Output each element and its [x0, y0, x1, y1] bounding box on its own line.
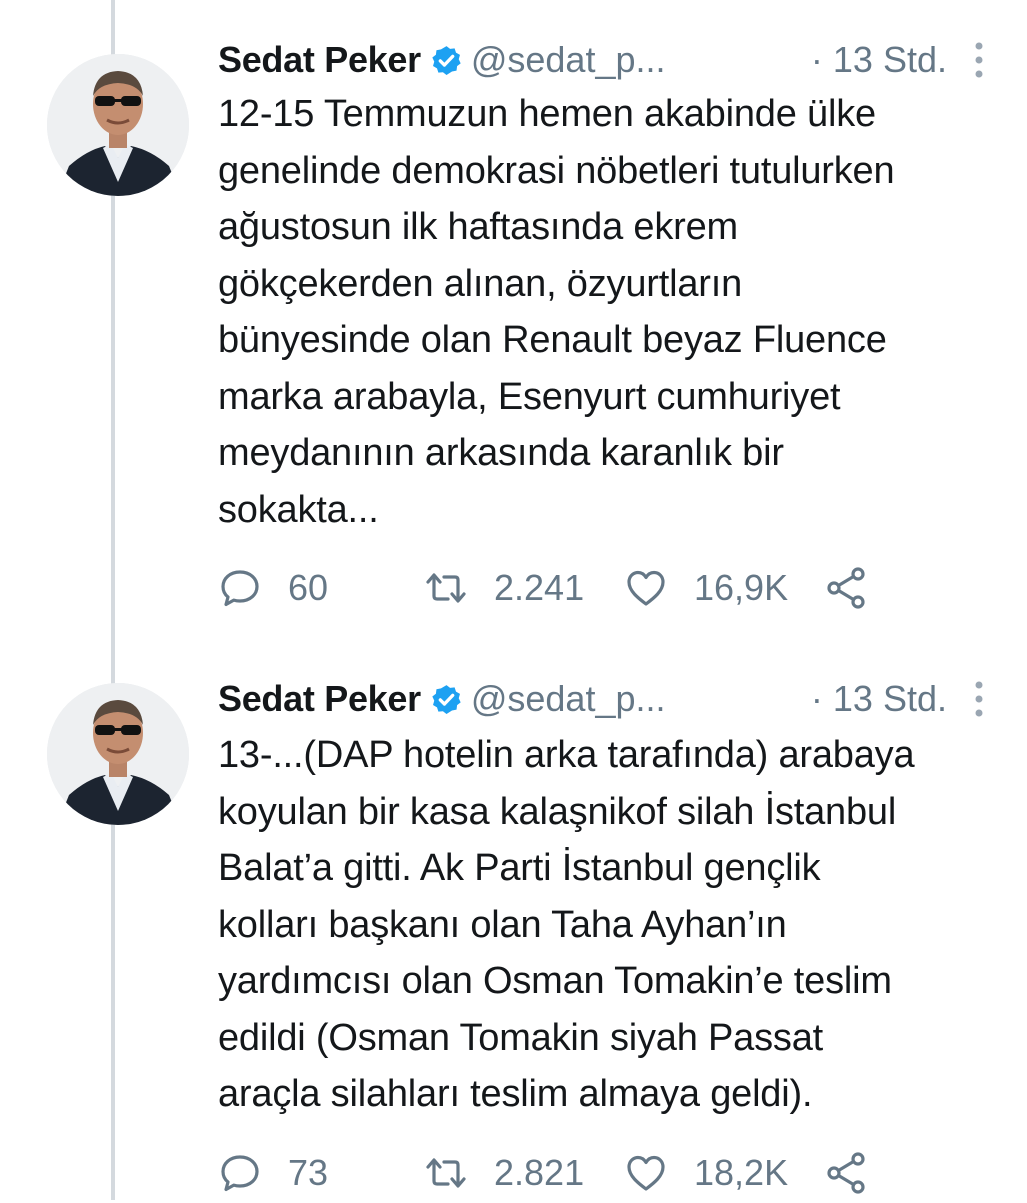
- tweet-header: Sedat Peker @sedat_p... · 13 Std.: [218, 35, 987, 85]
- more-vertical-icon[interactable]: [971, 40, 987, 80]
- avatar-image: [47, 683, 189, 825]
- author-handle[interactable]: @sedat_p...: [471, 678, 666, 720]
- verified-badge-icon: [430, 683, 463, 716]
- timestamp[interactable]: · 13 Std.: [811, 39, 947, 81]
- avatar[interactable]: [47, 683, 189, 825]
- like-count: 18,2K: [694, 1152, 789, 1193]
- reply-button[interactable]: 73: [218, 1143, 328, 1203]
- retweet-icon: [426, 1158, 466, 1188]
- more-vertical-icon[interactable]: [971, 679, 987, 719]
- share-button[interactable]: [824, 1143, 868, 1203]
- reply-count: 60: [288, 567, 329, 608]
- avatar-image: [47, 54, 189, 196]
- retweet-button[interactable]: 2.241: [424, 558, 584, 618]
- reply-count: 73: [288, 1152, 329, 1193]
- author-name[interactable]: Sedat Peker: [218, 39, 421, 81]
- tweet-actions: 60 2.241 16,9K: [218, 558, 918, 618]
- share-icon: [827, 567, 865, 609]
- author-name[interactable]: Sedat Peker: [218, 678, 421, 720]
- author-handle[interactable]: @sedat_p...: [471, 39, 666, 81]
- tweet-actions: 73 2.821 18,2K: [218, 1143, 918, 1203]
- avatar[interactable]: [47, 54, 189, 196]
- retweet-button[interactable]: 2.821: [424, 1143, 584, 1203]
- tweet[interactable]: Sedat Peker @sedat_p... · 13 Std. 12-15 …: [0, 0, 1027, 640]
- tweet-header: Sedat Peker @sedat_p... · 13 Std.: [218, 674, 987, 724]
- share-icon: [827, 1152, 865, 1194]
- tweet-text: 12-15 Temmuzun hemen akabinde ülke genel…: [218, 93, 895, 531]
- heart-icon: [627, 1155, 665, 1191]
- retweet-icon: [426, 573, 466, 603]
- reply-icon: [221, 1155, 259, 1192]
- heart-icon: [627, 570, 665, 606]
- timestamp[interactable]: · 13 Std.: [811, 678, 947, 720]
- verified-badge-icon: [430, 44, 463, 77]
- retweet-count: 2.821: [494, 1152, 585, 1193]
- reply-button[interactable]: 60: [218, 558, 328, 618]
- like-button[interactable]: 18,2K: [624, 1143, 788, 1203]
- share-button[interactable]: [824, 558, 868, 618]
- like-count: 16,9K: [694, 567, 789, 608]
- tweet-text: 13-...(DAP hotelin arka tarafında) araba…: [218, 734, 915, 1115]
- like-button[interactable]: 16,9K: [624, 558, 788, 618]
- reply-icon: [221, 570, 259, 607]
- tweet[interactable]: Sedat Peker @sedat_p... · 13 Std. 13-...…: [0, 640, 1027, 1200]
- retweet-count: 2.241: [494, 567, 585, 608]
